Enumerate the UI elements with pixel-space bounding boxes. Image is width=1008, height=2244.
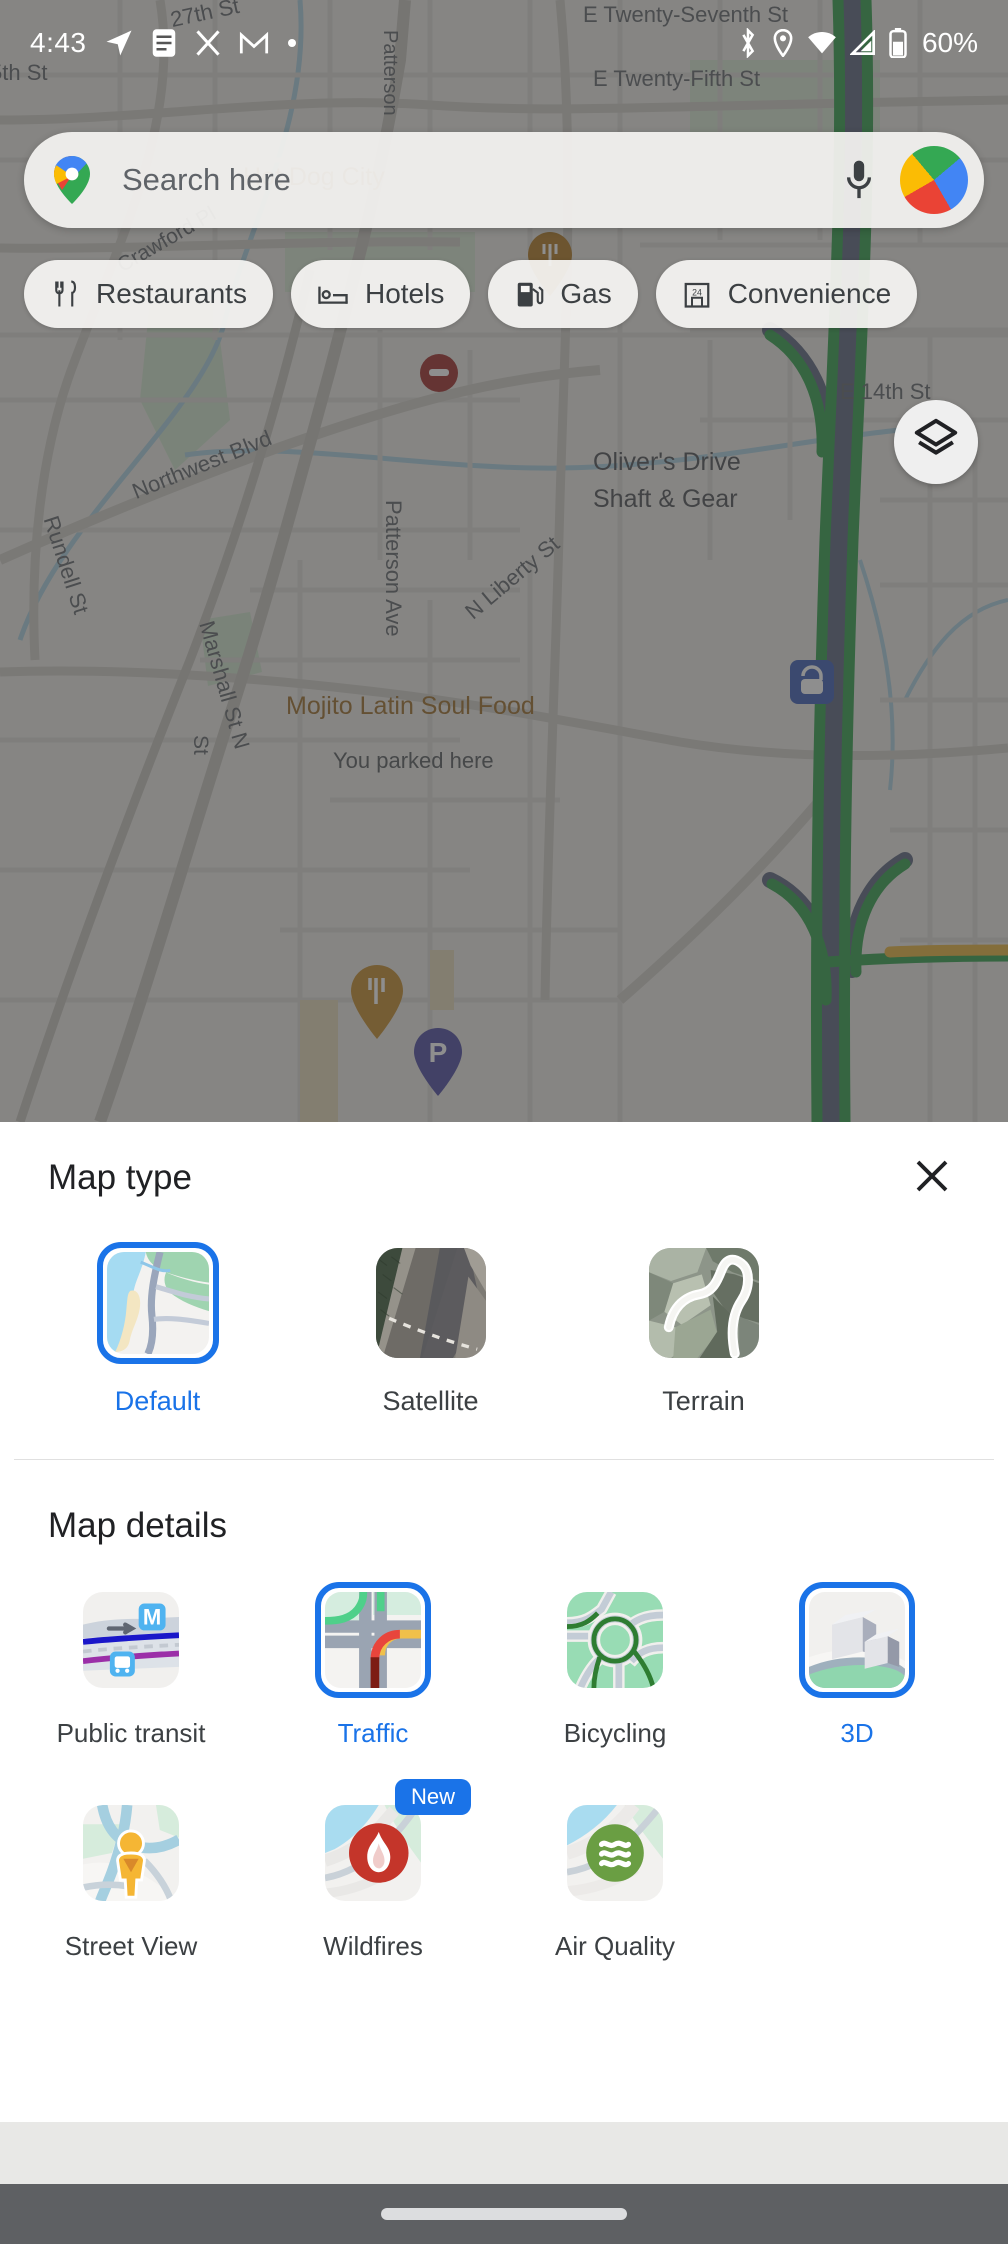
map-details-row-2: Street View New Wildfires Air Quality [0, 1779, 1008, 1962]
detail-bicycling-thumb[interactable] [557, 1582, 673, 1698]
air-quality-thumbnail [567, 1805, 663, 1901]
chip-hotels[interactable]: Hotels [290, 260, 471, 328]
map-type-terrain-thumb[interactable] [643, 1242, 765, 1364]
home-gesture-handle[interactable] [381, 2208, 627, 2220]
chip-convenience[interactable]: 24 Convenience [655, 260, 918, 328]
chip-restaurants[interactable]: Restaurants [24, 260, 273, 328]
map-details-title: Map details [48, 1506, 227, 1545]
category-chips: Restaurants Hotels Gas 24 Convenience [24, 260, 918, 328]
map-label: E 14th St [840, 379, 931, 404]
detail-bicycling-label: Bicycling [563, 1718, 667, 1748]
map-type-satellite[interactable]: Satellite [315, 1242, 546, 1417]
chip-label: Gas [560, 278, 612, 309]
map-type-default-thumb[interactable] [96, 1242, 219, 1364]
layers-button[interactable] [894, 400, 978, 484]
map-type-satellite-thumb[interactable] [370, 1242, 492, 1364]
detail-traffic-thumb[interactable] [315, 1582, 431, 1698]
chip-label: Restaurants [96, 278, 247, 309]
map-label: St [189, 735, 212, 755]
detail-3d[interactable]: 3D [736, 1582, 978, 1749]
detail-air-quality-label: Air Quality [555, 1931, 675, 1961]
convenience-store-icon: 24 [682, 279, 712, 309]
detail-street-view-thumb[interactable] [73, 1795, 189, 1911]
detail-street-view[interactable]: Street View [10, 1795, 252, 1962]
svg-text:24: 24 [692, 287, 702, 297]
gas-pump-icon [514, 279, 544, 309]
traffic-thumbnail [325, 1592, 421, 1688]
bluetooth-icon [737, 28, 759, 58]
detail-street-view-label: Street View [64, 1931, 198, 1961]
svg-text:M: M [143, 1605, 161, 1630]
status-bar: 4:43 60% [0, 0, 1008, 86]
status-clock: 4:43 [30, 27, 87, 58]
close-button[interactable] [904, 1150, 960, 1206]
svg-text:P: P [429, 1037, 448, 1068]
x-app-icon [194, 29, 222, 57]
map-poi-label[interactable]: Mojito Latin Soul Food [286, 692, 535, 721]
system-nav-bar [0, 2184, 1008, 2244]
map-label: Patterson Ave [381, 500, 406, 637]
map-biz-label[interactable]: Oliver's Drive [593, 448, 741, 477]
hotel-bed-icon [317, 279, 349, 309]
detail-wildfires[interactable]: New Wildfires [252, 1779, 494, 1962]
detail-air-quality[interactable]: Air Quality [494, 1795, 736, 1962]
detail-traffic[interactable]: Traffic [252, 1582, 494, 1749]
map-type-options: Default Satellite Terrain [0, 1242, 1008, 1417]
new-badge: New [394, 1779, 471, 1815]
map-type-satellite-label: Satellite [382, 1386, 479, 1416]
battery-icon [889, 28, 907, 58]
search-bar[interactable]: Search here [24, 132, 984, 228]
more-dot-icon [286, 37, 298, 49]
google-maps-pin-icon [50, 154, 94, 206]
detail-3d-thumb[interactable] [799, 1582, 915, 1698]
battery-percent: 60% [921, 27, 978, 58]
map-default-thumbnail [106, 1252, 209, 1354]
chip-label: Hotels [364, 278, 445, 309]
map-type-terrain-label: Terrain [662, 1386, 745, 1416]
map-biz-label[interactable]: Shaft & Gear [593, 485, 738, 514]
sheet-header: Map type [0, 1122, 1008, 1234]
map-type-default[interactable]: Default [42, 1242, 273, 1417]
location-icon [772, 29, 794, 57]
detail-public-transit-thumb[interactable]: M [73, 1582, 189, 1698]
detail-wildfires-label: Wildfires [323, 1931, 423, 1961]
layers-icon [913, 417, 959, 468]
bicycling-thumbnail [567, 1592, 663, 1688]
phone-screen: P 27th St E Twenty-Seventh St 5th St E T… [0, 0, 1008, 2244]
gmail-icon [239, 30, 269, 56]
wildfires-thumbnail [325, 1805, 421, 1901]
cellular-signal-icon [849, 30, 876, 56]
chip-gas[interactable]: Gas [488, 260, 638, 328]
map-parked-label[interactable]: You parked here [333, 748, 494, 774]
message-icon [151, 28, 177, 58]
avatar[interactable] [900, 146, 968, 214]
map-type-terrain[interactable]: Terrain [588, 1242, 819, 1417]
map-type-default-label: Default [114, 1386, 201, 1416]
restaurant-icon [50, 279, 80, 309]
detail-traffic-label: Traffic [337, 1718, 409, 1748]
wifi-icon [807, 30, 837, 56]
map-satellite-thumbnail [375, 1248, 486, 1358]
detail-placeholder [736, 1795, 978, 1962]
detail-air-quality-thumb[interactable] [557, 1795, 673, 1911]
detail-public-transit[interactable]: M Public transit [10, 1582, 252, 1749]
3d-buildings-thumbnail [809, 1592, 905, 1688]
page-title: Map type [48, 1158, 192, 1197]
map-terrain-thumbnail [648, 1248, 759, 1358]
public-transit-thumbnail: M [83, 1592, 179, 1688]
detail-wildfires-thumb[interactable]: New [315, 1779, 471, 1911]
navigation-arrow-icon [104, 28, 134, 58]
street-view-thumbnail [83, 1805, 179, 1901]
close-icon [911, 1155, 953, 1202]
detail-bicycling[interactable]: Bicycling [494, 1582, 736, 1749]
detail-public-transit-label: Public transit [56, 1718, 206, 1748]
map-details-row-1: M Public transit Traffic Bicycling 3D [0, 1582, 1008, 1749]
map-type-sheet: Map type Default Satellite Terrain Map d… [0, 1122, 1008, 2122]
search-input[interactable]: Search here [122, 162, 824, 198]
detail-3d-label: 3D [840, 1718, 874, 1748]
chip-label: Convenience [727, 278, 892, 309]
microphone-icon[interactable] [824, 158, 894, 202]
